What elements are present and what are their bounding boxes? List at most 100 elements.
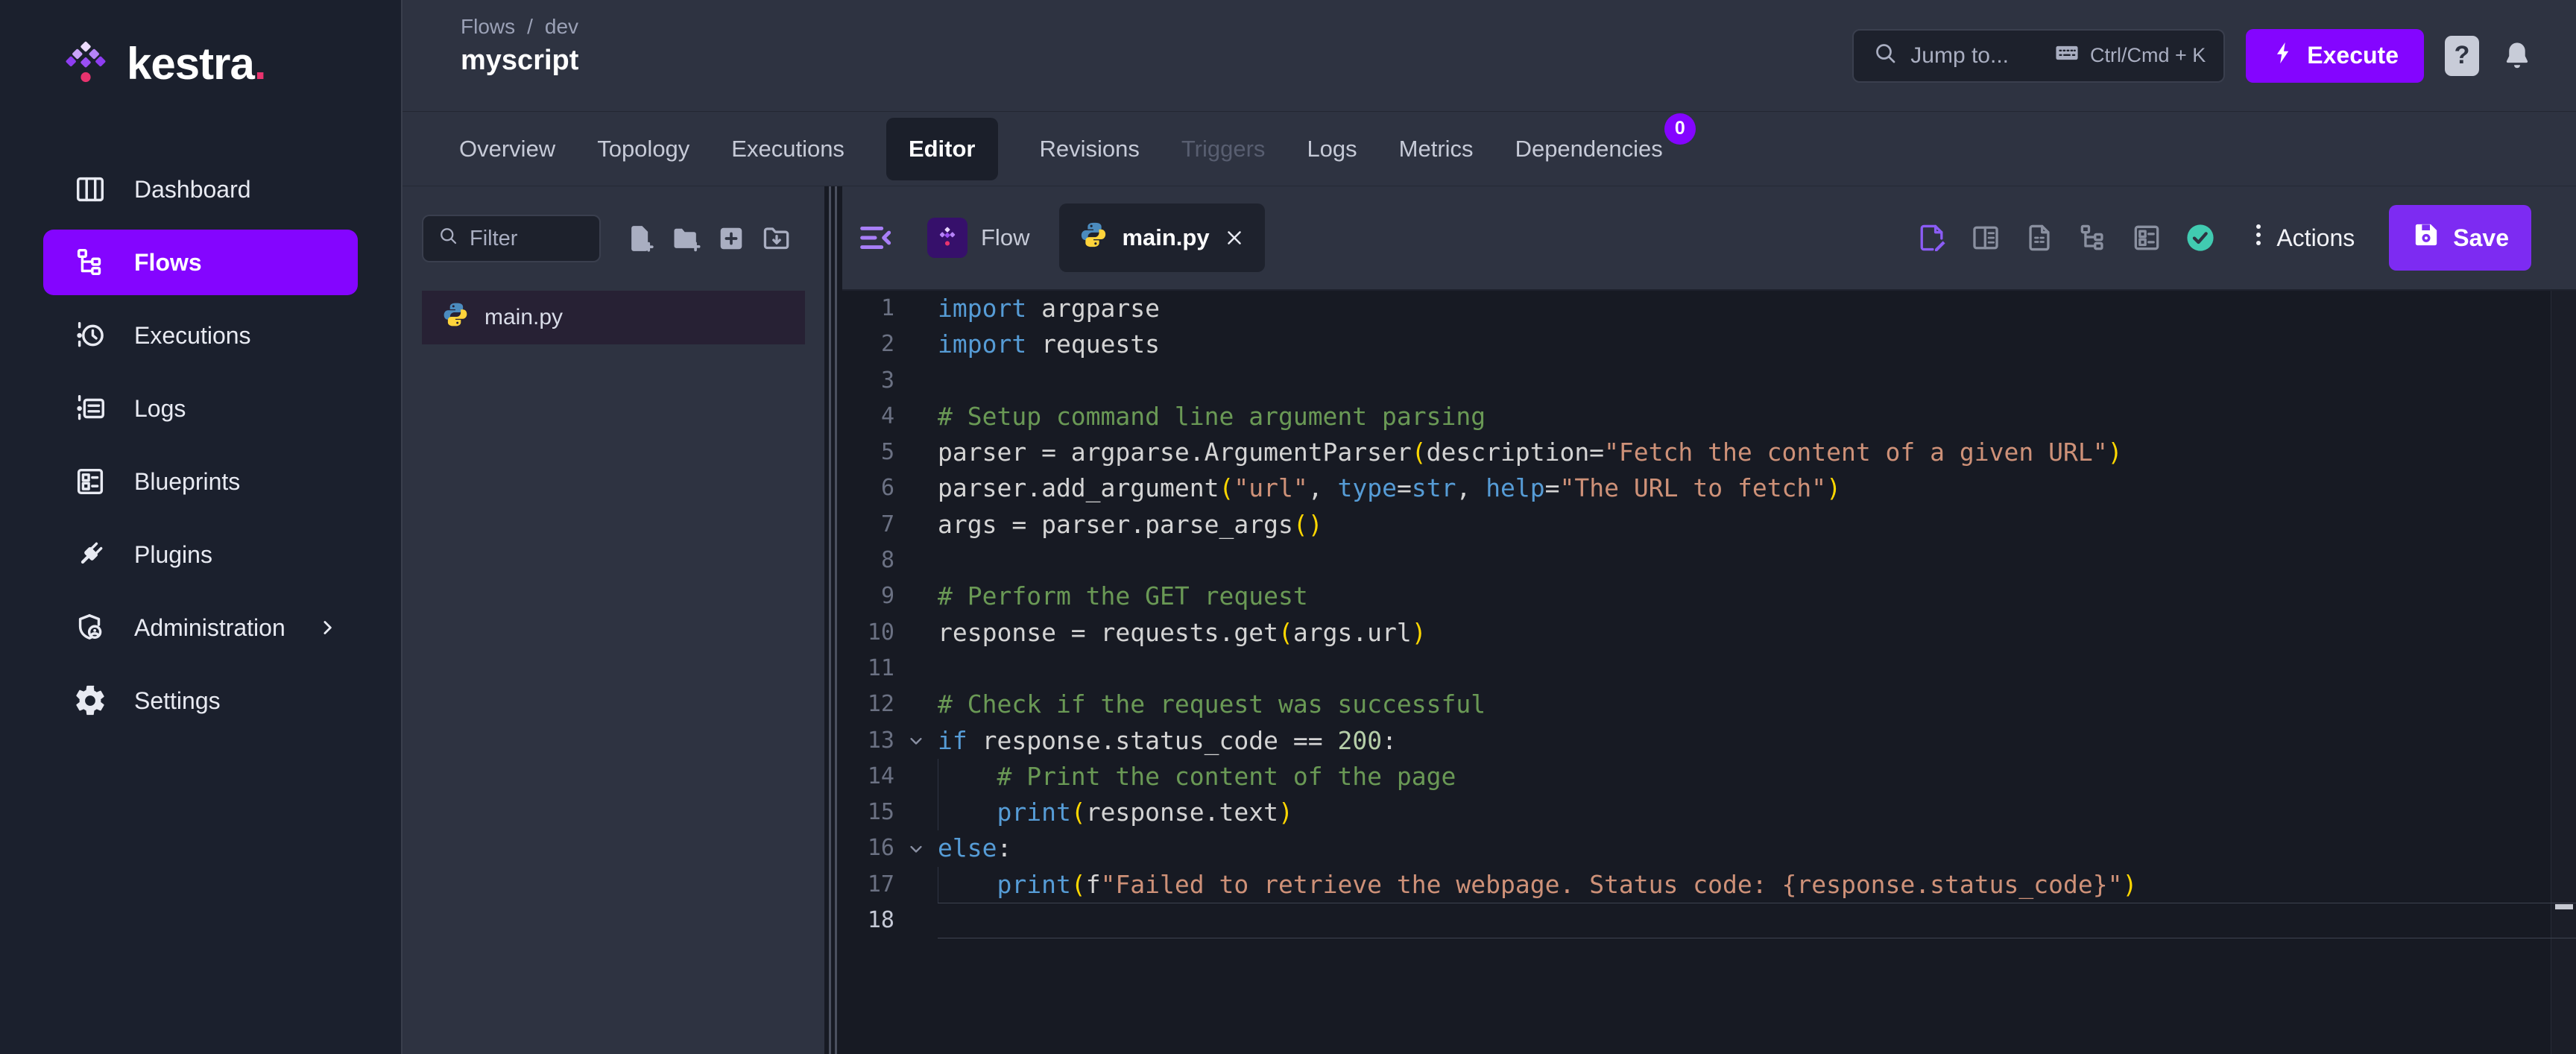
file-row-main.py[interactable]: main.py (422, 291, 805, 344)
tab-triggers: Triggers (1181, 136, 1266, 162)
fold-chevron-icon[interactable] (894, 723, 938, 759)
code-editor[interactable]: 1 import argparse 2 import requests 3 4 # Setu… (842, 291, 2576, 1054)
tab-logs[interactable]: Logs (1307, 136, 1357, 162)
sidebar-item-blueprints[interactable]: Blueprints (43, 449, 358, 514)
fold-gutter (894, 326, 938, 362)
editor-scrollbar[interactable] (2551, 291, 2576, 1054)
top-actions: Jump to... Ctrl/Cmd + K Execute ? (1852, 0, 2534, 111)
code-line-18[interactable]: 18 (842, 903, 2551, 938)
code-line-7[interactable]: 7 args = parser.parse_args() (842, 507, 2551, 543)
tab-dependencies[interactable]: Dependencies 0 (1515, 113, 1696, 162)
sidebar-item-plugins[interactable]: Plugins (43, 522, 358, 587)
new-file-icon[interactable] (625, 222, 657, 255)
code-line-8[interactable]: 8 (842, 543, 2551, 578)
new-folder-icon[interactable] (670, 222, 703, 255)
tree-icon[interactable] (2077, 221, 2109, 254)
tab-overview[interactable]: Overview (459, 136, 555, 162)
jump-to-search[interactable]: Jump to... Ctrl/Cmd + K (1852, 28, 2226, 83)
sidebar-item-label: Flows (134, 248, 202, 276)
sidebar-item-label: Plugins (134, 540, 212, 568)
kestra-logo[interactable]: kestra. (0, 0, 401, 127)
breadcrumb-item[interactable]: dev (545, 15, 578, 39)
code-line-16[interactable]: 16 else: (842, 830, 2551, 866)
execute-button[interactable]: Execute (2246, 28, 2424, 83)
panel-splitter[interactable] (824, 186, 842, 1054)
workspace: Filter main.py Flow main.py Actions Save… (402, 186, 2576, 1054)
sidebar-item-settings[interactable]: Settings (43, 668, 358, 733)
code-lines: 1 import argparse 2 import requests 3 4 # Setu… (842, 291, 2551, 938)
main-area: Flows / dev myscript Jump to... Ctrl/Cmd +… (402, 0, 2576, 1054)
line-number: 4 (880, 403, 894, 429)
editor-tab-flow[interactable]: Flow (908, 203, 1049, 272)
code-line-14[interactable]: 14 # Print the content of the page (842, 758, 2551, 795)
code-text: args = parser.parse_args() (938, 509, 1323, 539)
fold-chevron-icon[interactable] (894, 830, 938, 866)
file-list: main.py (402, 291, 824, 344)
sidebar-item-executions[interactable]: Executions (43, 303, 358, 368)
editor-tab-main-py[interactable]: main.py (1059, 203, 1265, 272)
breadcrumb-item[interactable]: Flows (461, 15, 515, 39)
code-line-11[interactable]: 11 (842, 651, 2551, 687)
chevron-right-icon (316, 616, 338, 639)
tab-metrics[interactable]: Metrics (1399, 136, 1474, 162)
sidebar: kestra. Dashboard Flows Executions Logs … (0, 0, 402, 1054)
code-line-6[interactable]: 6 parser.add_argument("url", type=str, he… (842, 470, 2551, 506)
overview-cursor-marker (2555, 904, 2573, 910)
add-square-icon[interactable] (715, 222, 748, 255)
settings-icon (73, 684, 107, 718)
fold-gutter (894, 687, 938, 722)
sidebar-item-flows[interactable]: Flows (43, 230, 358, 295)
close-icon[interactable] (1223, 227, 1246, 249)
sidebar-item-administration[interactable]: Administration (43, 595, 358, 660)
code-line-3[interactable]: 3 (842, 363, 2551, 399)
tab-label: Revisions (1039, 135, 1140, 162)
fold-gutter (894, 363, 938, 399)
code-line-12[interactable]: 12 # Check if the request was successful (842, 687, 2551, 722)
filter-input[interactable]: Filter (422, 215, 601, 262)
tab-editor[interactable]: Editor (886, 117, 998, 180)
import-folder-icon[interactable] (760, 222, 793, 255)
editor-tabs: Flow main.py (908, 203, 1265, 272)
fold-gutter (894, 507, 938, 543)
code-line-2[interactable]: 2 import requests (842, 326, 2551, 362)
line-number: 18 (867, 907, 894, 934)
code-text: print(response.text) (938, 795, 1293, 831)
sidebar-item-label: Logs (134, 394, 186, 422)
list-box-icon[interactable] (2130, 221, 2163, 254)
tab-revisions[interactable]: Revisions (1040, 136, 1140, 162)
sidebar-item-dashboard[interactable]: Dashboard (43, 157, 358, 222)
executions-icon (73, 318, 107, 353)
search-placeholder: Jump to... (1910, 42, 2009, 68)
collapse-sidebar-icon[interactable] (856, 218, 894, 257)
code-line-9[interactable]: 9 # Perform the GET request (842, 578, 2551, 614)
code-line-4[interactable]: 4 # Setup command line argument parsing (842, 399, 2551, 435)
check-circle-icon[interactable] (2184, 221, 2217, 254)
actions-button[interactable]: Actions (2244, 220, 2355, 256)
line-number: 16 (867, 835, 894, 862)
tab-topology[interactable]: Topology (597, 136, 689, 162)
line-number: 6 (880, 475, 894, 502)
edit-document-icon[interactable] (1916, 221, 1948, 254)
split-panel-icon[interactable] (1969, 221, 2002, 254)
code-line-5[interactable]: 5 parser = argparse.ArgumentParser(descri… (842, 435, 2551, 470)
save-button[interactable]: Save (2389, 205, 2531, 271)
code-line-15[interactable]: 15 print(response.text) (842, 795, 2551, 831)
search-icon (1872, 40, 1898, 72)
lightning-icon (2271, 40, 2296, 72)
brand-dot: . (253, 38, 267, 89)
sidebar-item-logs[interactable]: Logs (43, 376, 358, 441)
tab-executions[interactable]: Executions (731, 136, 845, 162)
logs-icon (73, 391, 107, 426)
search-shortcut: Ctrl/Cmd + K (2053, 39, 2206, 72)
code-line-10[interactable]: 10 response = requests.get(args.url) (842, 615, 2551, 651)
code-text: response = requests.get(args.url) (938, 617, 1427, 647)
tab-label: Logs (1307, 135, 1357, 162)
bell-icon[interactable] (2500, 39, 2534, 73)
code-line-1[interactable]: 1 import argparse (842, 291, 2551, 326)
code-line-13[interactable]: 13 if response.status_code == 200: (842, 723, 2551, 759)
code-line-17[interactable]: 17 print(f"Failed to retrieve the webpage… (842, 866, 2551, 903)
sidebar-menu: Dashboard Flows Executions Logs Blueprin… (0, 127, 401, 733)
help-button[interactable]: ? (2445, 35, 2479, 76)
document-icon[interactable] (2023, 221, 2056, 254)
editor-tab-label: main.py (1122, 224, 1210, 250)
